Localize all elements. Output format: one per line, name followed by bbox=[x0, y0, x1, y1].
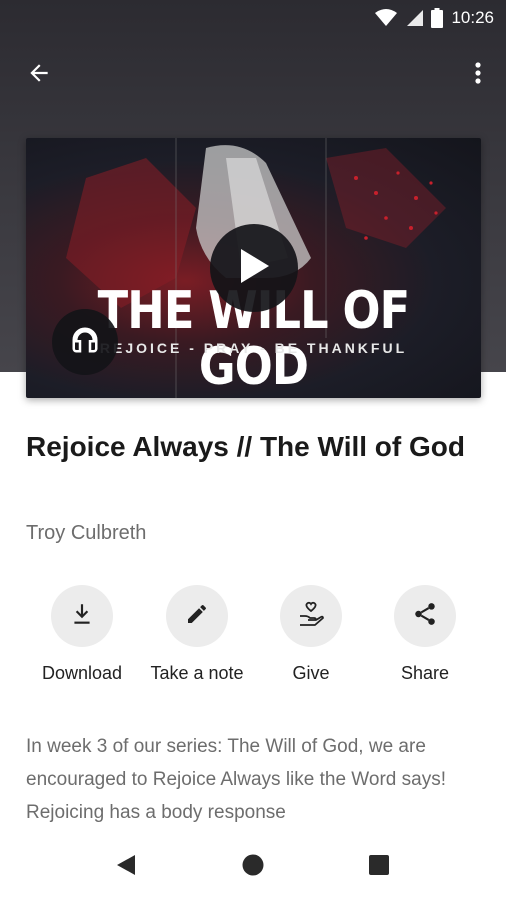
signal-icon bbox=[405, 9, 424, 27]
more-options-button[interactable] bbox=[468, 58, 488, 92]
back-triangle-icon bbox=[115, 853, 137, 882]
nav-recents-button[interactable] bbox=[364, 852, 394, 882]
share-label: Share bbox=[400, 663, 450, 683]
status-time: 10:26 bbox=[451, 8, 494, 27]
take-a-note-label: Take a note bbox=[150, 663, 244, 683]
arrow-back-icon bbox=[26, 60, 52, 91]
play-button[interactable] bbox=[210, 224, 298, 312]
system-nav-bar bbox=[0, 830, 506, 900]
play-icon bbox=[237, 247, 271, 290]
home-circle-icon bbox=[241, 853, 265, 882]
download-button[interactable]: Download bbox=[26, 585, 138, 684]
sermon-description: In week 3 of our series: The Will of God… bbox=[26, 736, 446, 823]
take-a-note-button[interactable]: Take a note bbox=[141, 585, 253, 684]
audio-button[interactable] bbox=[52, 309, 118, 375]
take-a-note-circle bbox=[166, 585, 228, 647]
battery-icon bbox=[431, 8, 444, 28]
top-app-bar bbox=[0, 48, 506, 100]
speaker-name: Troy Culbreth bbox=[26, 522, 147, 544]
status-bar: 10:26 bbox=[0, 0, 506, 36]
sermon-title: Rejoice Always // The Will of God bbox=[26, 431, 466, 462]
download-icon bbox=[69, 601, 95, 632]
recents-square-icon bbox=[368, 854, 390, 881]
share-circle bbox=[394, 585, 456, 647]
download-label: Download bbox=[41, 663, 123, 683]
nav-home-button[interactable] bbox=[238, 852, 268, 882]
give-button[interactable]: Give bbox=[255, 585, 367, 684]
nav-back-button[interactable] bbox=[111, 852, 141, 882]
give-circle bbox=[280, 585, 342, 647]
wifi-icon bbox=[375, 9, 398, 27]
share-icon bbox=[412, 601, 438, 632]
hand-heart-icon bbox=[297, 600, 325, 633]
pencil-icon bbox=[185, 602, 209, 631]
action-row: Download Take a note Give Share bbox=[26, 585, 486, 695]
give-label: Give bbox=[292, 663, 330, 683]
download-circle bbox=[51, 585, 113, 647]
headphones-icon bbox=[69, 325, 101, 360]
more-vertical-icon bbox=[475, 61, 481, 90]
back-button[interactable] bbox=[22, 58, 56, 92]
share-button[interactable]: Share bbox=[369, 585, 481, 684]
